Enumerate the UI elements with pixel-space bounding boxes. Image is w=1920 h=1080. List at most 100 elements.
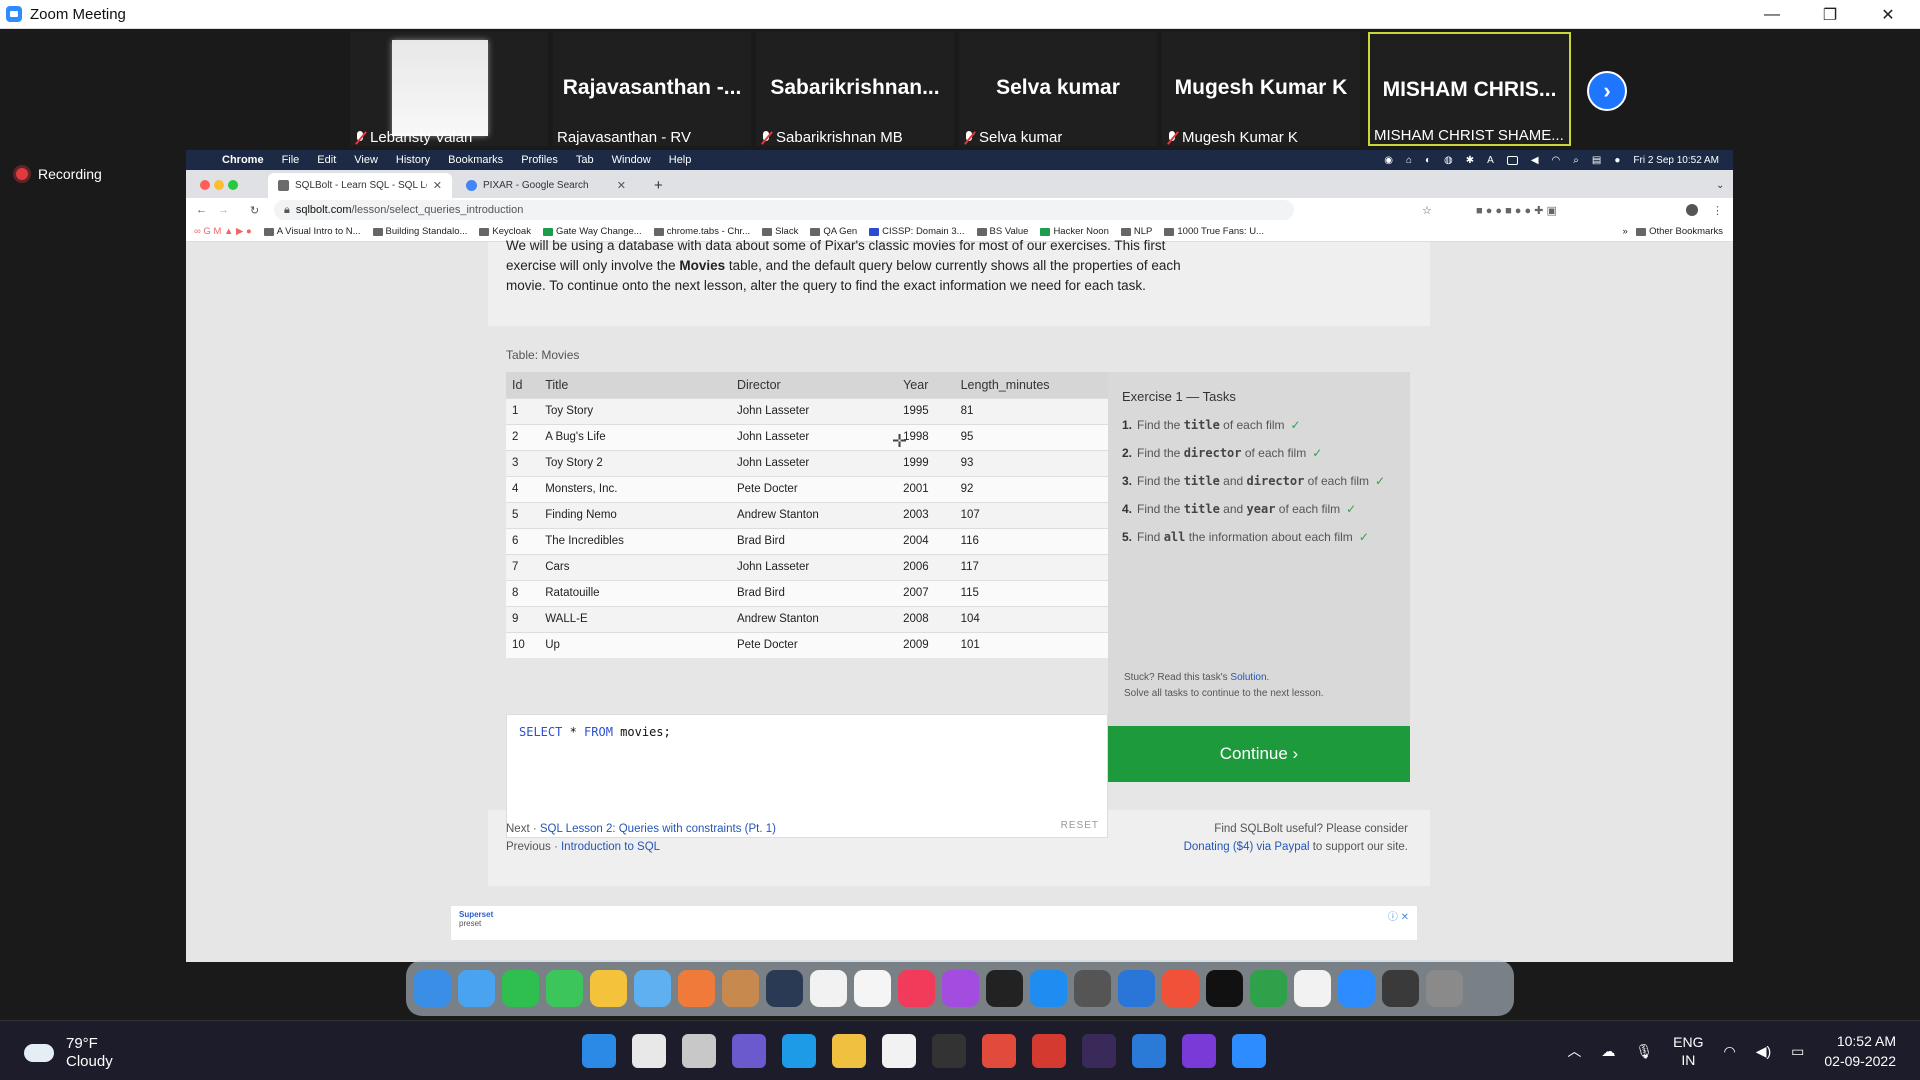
bookmark-item[interactable]: Building Standalo... bbox=[372, 226, 467, 237]
recording-indicator[interactable]: Recording bbox=[16, 166, 102, 182]
weather-widget[interactable]: 79°F Cloudy bbox=[24, 1035, 113, 1071]
control-center-icon[interactable]: ▤ bbox=[1592, 155, 1601, 166]
onedrive-icon[interactable]: ☁ bbox=[1601, 1043, 1615, 1060]
dock-app-icon[interactable] bbox=[854, 969, 891, 1007]
bookmark-item[interactable]: A Visual Intro to N... bbox=[263, 226, 361, 237]
dock-app-icon[interactable] bbox=[1074, 969, 1111, 1007]
status-icon[interactable]: ◍ bbox=[1444, 155, 1453, 166]
menu-bookmarks[interactable]: Bookmarks bbox=[448, 154, 503, 166]
menu-help[interactable]: Help bbox=[669, 154, 692, 166]
taskbar-app-icon[interactable] bbox=[1082, 1034, 1116, 1068]
status-icon[interactable]: ◐ bbox=[1425, 155, 1431, 166]
wifi-icon[interactable]: ◠ bbox=[1552, 155, 1561, 166]
taskbar-app-icon[interactable] bbox=[1132, 1034, 1166, 1068]
dock-app-icon[interactable] bbox=[986, 969, 1023, 1007]
continue-button[interactable]: Continue › bbox=[1108, 726, 1410, 782]
address-bar[interactable]: 🔒︎ sqlbolt.com/lesson/select_queries_int… bbox=[274, 200, 1294, 220]
dock-app-icon[interactable] bbox=[1118, 969, 1155, 1007]
menu-chrome[interactable]: Chrome bbox=[222, 154, 264, 166]
status-icon[interactable]: ◉ bbox=[1384, 155, 1393, 166]
dock-app-icon[interactable] bbox=[414, 969, 451, 1007]
menu-history[interactable]: History bbox=[396, 154, 430, 166]
dock-app-icon[interactable] bbox=[1250, 969, 1287, 1007]
close-tab-icon[interactable]: ✕ bbox=[433, 179, 442, 192]
solution-link[interactable]: Solution bbox=[1230, 672, 1266, 683]
taskbar-app-icon[interactable] bbox=[732, 1034, 766, 1068]
dock-app-icon[interactable] bbox=[458, 969, 495, 1007]
chrome-menu-icon[interactable]: ⋮ bbox=[1712, 204, 1723, 217]
battery-icon[interactable]: ▭ bbox=[1791, 1043, 1804, 1060]
taskbar-app-icon[interactable] bbox=[632, 1034, 666, 1068]
dock-app-icon[interactable] bbox=[1162, 969, 1199, 1007]
profile-avatar-icon[interactable] bbox=[1686, 204, 1698, 216]
taskbar-app-icon[interactable] bbox=[982, 1034, 1016, 1068]
dock-app-icon[interactable] bbox=[1294, 969, 1331, 1007]
minimize-window-icon[interactable] bbox=[214, 180, 224, 190]
participant-tile[interactable]: Mugesh Kumar K Mugesh Kumar K bbox=[1162, 32, 1360, 146]
bookmark-star-icon[interactable]: ☆ bbox=[1422, 204, 1432, 217]
next-participants-arrow-icon[interactable]: › bbox=[1587, 71, 1627, 111]
extension-icons[interactable]: ■ ● ● ■ ● ● ✚ ▣ bbox=[1476, 204, 1606, 217]
status-icon[interactable]: ⌂ bbox=[1406, 155, 1412, 166]
zoom-window-icon[interactable] bbox=[228, 180, 238, 190]
taskbar-app-icon[interactable] bbox=[1032, 1034, 1066, 1068]
participant-tile[interactable]: Sabarikrishnan... Sabarikrishnan MB bbox=[756, 32, 954, 146]
ad-close-icon[interactable]: ⓘ ✕ bbox=[1388, 908, 1409, 923]
siri-icon[interactable]: ● bbox=[1614, 155, 1620, 166]
taskbar-app-icon[interactable] bbox=[1182, 1034, 1216, 1068]
dock-app-icon[interactable] bbox=[1426, 969, 1463, 1007]
close-tab-icon[interactable]: ✕ bbox=[617, 179, 626, 192]
next-lesson-link[interactable]: SQL Lesson 2: Queries with constraints (… bbox=[540, 823, 776, 835]
dock-app-icon[interactable] bbox=[590, 969, 627, 1007]
taskbar-app-icon[interactable] bbox=[932, 1034, 966, 1068]
taskbar-app-icon[interactable] bbox=[582, 1034, 616, 1068]
participant-tile[interactable]: Lebansty Valan bbox=[350, 32, 548, 146]
volume-icon[interactable]: ◀ bbox=[1531, 155, 1539, 166]
forward-icon[interactable]: → bbox=[218, 204, 229, 216]
menu-edit[interactable]: Edit bbox=[317, 154, 336, 166]
keyboard-icon[interactable]: A bbox=[1487, 155, 1494, 166]
microphone-icon[interactable]: 🎙︎ bbox=[1635, 1043, 1653, 1060]
donate-link[interactable]: Donating ($4) via Paypal bbox=[1184, 841, 1310, 853]
wifi-icon[interactable]: ◠ bbox=[1723, 1043, 1735, 1060]
taskbar-app-icon[interactable] bbox=[1232, 1034, 1266, 1068]
restore-button[interactable]: ❐ bbox=[1801, 0, 1859, 29]
bluetooth-icon[interactable]: ✱ bbox=[1466, 155, 1474, 166]
dock-app-icon[interactable] bbox=[1382, 969, 1419, 1007]
participant-tile[interactable]: Rajavasanthan -... Rajavasanthan - RV bbox=[553, 32, 751, 146]
search-icon[interactable]: ⌕ bbox=[1573, 155, 1579, 166]
back-icon[interactable]: ← bbox=[196, 204, 207, 216]
taskbar-app-icon[interactable] bbox=[782, 1034, 816, 1068]
taskbar-app-icon[interactable] bbox=[832, 1034, 866, 1068]
dock-app-icon[interactable] bbox=[546, 969, 583, 1007]
show-hidden-icons-icon[interactable]: ︿ bbox=[1567, 1041, 1581, 1061]
taskbar-clock[interactable]: 10:52 AM 02-09-2022 bbox=[1824, 1031, 1896, 1071]
menu-view[interactable]: View bbox=[354, 154, 378, 166]
menu-clock[interactable]: Fri 2 Sep 10:52 AM bbox=[1633, 155, 1719, 166]
volume-icon[interactable]: ◀) bbox=[1756, 1043, 1771, 1060]
close-button[interactable]: ✕ bbox=[1859, 0, 1917, 29]
dock-app-icon[interactable] bbox=[634, 969, 671, 1007]
bookmark-apps-icon[interactable]: ∞ G M ▲ ▶ ● bbox=[194, 226, 252, 237]
query-text[interactable]: SELECT * FROM movies; bbox=[519, 725, 671, 739]
menu-tab[interactable]: Tab bbox=[576, 154, 594, 166]
dock-app-icon[interactable] bbox=[810, 969, 847, 1007]
participant-tile-active-speaker[interactable]: MISHAM CHRIS... MISHAM CHRIST SHAME... bbox=[1368, 32, 1571, 146]
dock-app-icon[interactable] bbox=[678, 969, 715, 1007]
dock-app-icon[interactable] bbox=[1030, 969, 1067, 1007]
dock-app-icon[interactable] bbox=[898, 969, 935, 1007]
other-bookmarks[interactable]: » Other Bookmarks bbox=[1623, 226, 1723, 237]
advertisement-banner[interactable]: Superset preset ⓘ ✕ bbox=[450, 905, 1418, 941]
dock-app-icon[interactable] bbox=[1206, 969, 1243, 1007]
menu-window[interactable]: Window bbox=[612, 154, 651, 166]
participant-tile[interactable]: Selva kumar Selva kumar bbox=[959, 32, 1157, 146]
taskbar-app-icon[interactable] bbox=[882, 1034, 916, 1068]
menu-profiles[interactable]: Profiles bbox=[521, 154, 558, 166]
dock-app-icon[interactable] bbox=[722, 969, 759, 1007]
minimize-button[interactable]: — bbox=[1743, 0, 1801, 29]
close-window-icon[interactable] bbox=[200, 180, 210, 190]
new-tab-button[interactable]: + bbox=[644, 173, 673, 198]
dock-app-icon[interactable] bbox=[502, 969, 539, 1007]
language-indicator[interactable]: ENG IN bbox=[1673, 1033, 1703, 1069]
tab-sqlbolt[interactable]: SQLBolt - Learn SQL - SQL Le ✕ bbox=[268, 173, 452, 198]
